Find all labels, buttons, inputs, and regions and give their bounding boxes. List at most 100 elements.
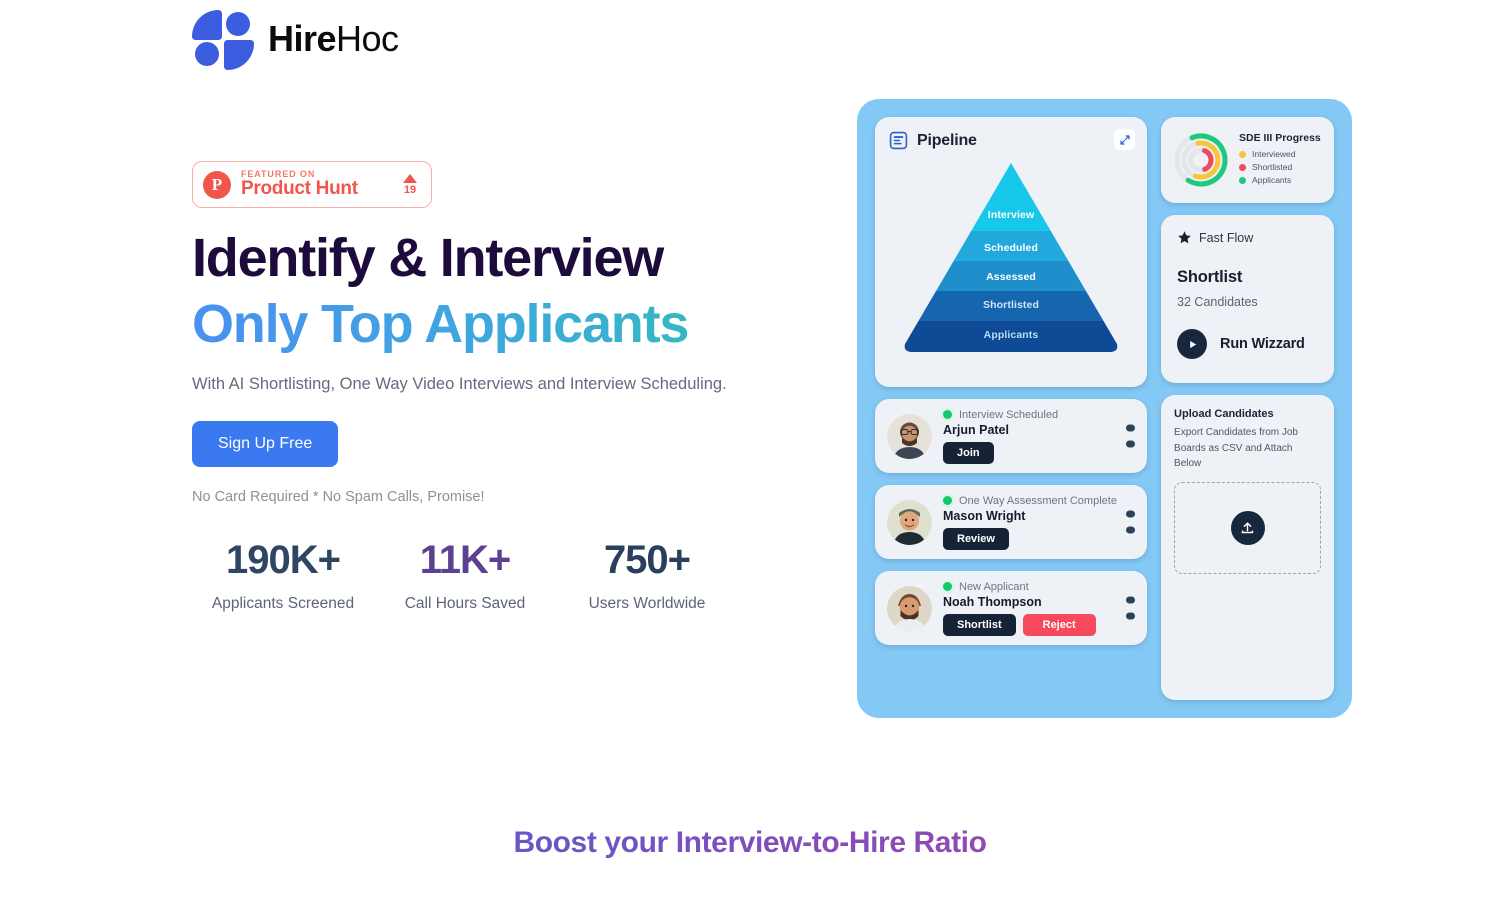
funnel-stage-label: Shortlisted <box>983 299 1039 311</box>
pipeline-card: Pipeline Interview Scheduled Assessed Sh… <box>875 117 1148 387</box>
shortlist-button[interactable]: Shortlist <box>943 613 1016 636</box>
play-icon <box>1177 329 1208 359</box>
brand-logo[interactable]: HireHoc <box>192 8 399 70</box>
product-hunt-icon: P <box>203 170 231 199</box>
expand-button[interactable] <box>1114 129 1136 150</box>
stat-value: 11K+ <box>419 537 512 582</box>
stat-item: 750+ Users Worldwide <box>556 538 738 613</box>
sign-up-free-button[interactable]: Sign Up Free <box>192 420 339 467</box>
funnel-svg <box>904 163 1118 352</box>
upvote-caret-icon <box>403 173 417 183</box>
legend-item: Shortlisted <box>1239 162 1323 172</box>
notification-body: Interview Scheduled Arjun Patel Join <box>943 409 1135 464</box>
brand-wordmark: HireHoc <box>268 18 399 60</box>
stat-value: 750+ <box>603 537 691 582</box>
funnel-stage-label: Scheduled <box>984 242 1039 254</box>
notification-actions: Join <box>943 441 1135 464</box>
upload-title: Upload Candidates <box>1174 408 1274 420</box>
more-options-icon[interactable] <box>1126 596 1136 620</box>
stat-value: 190K+ <box>226 537 341 582</box>
legend-swatch <box>1239 176 1247 184</box>
upload-dropzone[interactable] <box>1174 481 1321 574</box>
pipeline-title: Pipeline <box>917 131 977 149</box>
fast-flow-card: Fast Flow Shortlist 32 Candidates Run Wi… <box>1161 215 1334 383</box>
more-options-icon[interactable] <box>1126 424 1136 448</box>
mockup-right-column: SDE III Progress Interviewed Shortlisted… <box>1161 117 1334 700</box>
progress-legend-block: SDE III Progress Interviewed Shortlisted… <box>1239 132 1323 188</box>
page-title: Identify & Interview Only Top Applicants <box>192 228 812 353</box>
candidate-name: Noah Thompson <box>943 594 1042 609</box>
notification-body: One Way Assessment Complete Mason Wright… <box>943 495 1135 550</box>
join-button[interactable]: Join <box>943 441 994 464</box>
product-hunt-badge[interactable]: P FEATURED ON Product Hunt 19 <box>192 161 432 209</box>
legend-swatch <box>1239 163 1247 171</box>
avatar <box>887 413 932 459</box>
notification-body: New Applicant Noah Thompson Shortlist Re… <box>943 581 1135 636</box>
more-options-icon[interactable] <box>1126 510 1136 534</box>
stats-row: 190K+ Applicants Screened 11K+ Call Hour… <box>192 538 812 613</box>
notification-status: One Way Assessment Complete <box>943 495 1135 507</box>
logo-circle-bottom-left <box>195 42 219 66</box>
pipeline-header: Pipeline <box>889 131 1133 150</box>
legend-swatch <box>1239 150 1247 158</box>
notification-actions: Shortlist Reject <box>943 613 1135 636</box>
upvote-count: 19 <box>403 183 417 196</box>
status-text: Interview Scheduled <box>959 408 1059 421</box>
candidate-name: Arjun Patel <box>943 422 1009 437</box>
notification-status: Interview Scheduled <box>943 409 1135 421</box>
legend-label: Applicants <box>1252 175 1292 185</box>
stat-item: 190K+ Applicants Screened <box>192 538 374 613</box>
hero-subheading: With AI Shortlisting, One Way Video Inte… <box>192 374 727 393</box>
product-hunt-upvote[interactable]: 19 <box>403 173 417 196</box>
brand-name-light: Hoc <box>336 18 399 59</box>
avatar <box>887 499 932 545</box>
run-wizard-label: Run Wizzard <box>1220 336 1305 352</box>
stat-label: Users Worldwide <box>588 594 706 612</box>
avatar <box>887 585 932 631</box>
hero-left-column: P FEATURED ON Product Hunt 19 Identify &… <box>192 161 812 613</box>
review-button[interactable]: Review <box>943 527 1009 550</box>
funnel-stage-label: Applicants <box>983 329 1039 341</box>
boost-heading: Boost your Interview-to-Hire Ratio <box>0 826 1500 860</box>
status-dot-icon <box>943 410 952 419</box>
progress-title: SDE III Progress <box>1239 132 1321 144</box>
legend-label: Shortlisted <box>1252 162 1293 172</box>
funnel-stage-label: Assessed <box>986 271 1036 283</box>
document-lines-icon <box>889 131 908 150</box>
concentric-rings-chart <box>1174 133 1228 187</box>
headline-line-2: Only Top Applicants <box>192 295 812 353</box>
status-dot-icon <box>943 582 952 591</box>
fast-flow-subtitle: 32 Candidates <box>1177 295 1258 309</box>
stat-item: 11K+ Call Hours Saved <box>374 538 556 613</box>
logo-quarter-top-left <box>192 10 222 40</box>
status-text: One Way Assessment Complete <box>959 494 1117 507</box>
notification-card: One Way Assessment Complete Mason Wright… <box>875 485 1148 559</box>
fast-flow-header: Fast Flow <box>1177 230 1318 245</box>
pipeline-funnel-chart: Interview Scheduled Assessed Shortlisted… <box>895 161 1127 354</box>
reject-button[interactable]: Reject <box>1022 613 1096 636</box>
notification-card: New Applicant Noah Thompson Shortlist Re… <box>875 571 1148 645</box>
stat-label: Call Hours Saved <box>404 594 526 612</box>
notification-status: New Applicant <box>943 581 1135 593</box>
hirehoc-logo-mark <box>192 8 254 70</box>
logo-circle-top-right <box>226 12 250 36</box>
stat-label: Applicants Screened <box>211 594 355 612</box>
headline-line-1: Identify & Interview <box>192 228 664 289</box>
notification-card: Interview Scheduled Arjun Patel Join <box>875 399 1148 473</box>
upload-description: Export Candidates from Job Boards as CSV… <box>1174 427 1298 469</box>
hero-fineprint: No Card Required * No Spam Calls, Promis… <box>192 488 485 505</box>
run-wizard-button[interactable]: Run Wizzard <box>1177 329 1318 359</box>
landing-page: HireHoc P FEATURED ON Product Hunt 19 Id… <box>0 0 1500 900</box>
upload-icon <box>1230 510 1265 545</box>
status-dot-icon <box>943 496 952 505</box>
expand-arrows-icon <box>1119 134 1130 145</box>
logo-quarter-bottom-right <box>224 40 254 70</box>
product-hunt-name: Product Hunt <box>241 178 358 200</box>
fast-flow-title: Shortlist <box>1177 268 1243 286</box>
notification-actions: Review <box>943 527 1135 550</box>
candidate-name: Mason Wright <box>943 508 1026 523</box>
product-hunt-text: FEATURED ON Product Hunt <box>241 169 393 200</box>
status-text: New Applicant <box>959 580 1029 593</box>
legend-label: Interviewed <box>1252 149 1296 159</box>
brand-name-bold: Hire <box>268 18 337 59</box>
